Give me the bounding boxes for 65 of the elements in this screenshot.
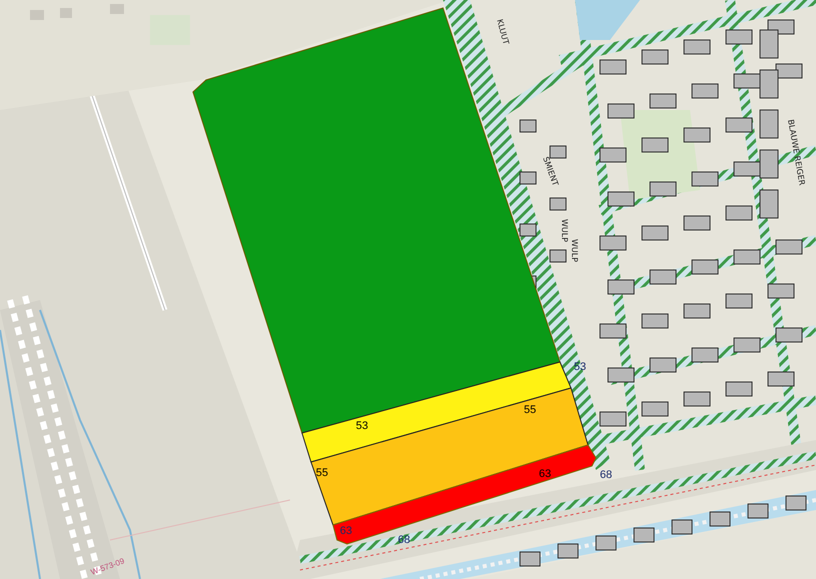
building <box>642 50 668 64</box>
building <box>692 260 718 274</box>
building <box>734 338 760 352</box>
contour-label: 53 <box>356 420 368 432</box>
building <box>692 348 718 362</box>
building <box>734 250 760 264</box>
building <box>608 192 634 206</box>
building <box>684 304 710 318</box>
building <box>776 240 802 254</box>
building <box>684 216 710 230</box>
street-label: BLAUWE REIGER <box>786 118 806 186</box>
contour-label: 55 <box>524 404 536 416</box>
building <box>600 324 626 338</box>
building <box>650 270 676 284</box>
building <box>726 206 752 220</box>
building <box>600 412 626 426</box>
building <box>642 402 668 416</box>
pond <box>575 0 640 40</box>
building <box>726 118 752 132</box>
building <box>520 172 536 184</box>
building <box>520 552 540 566</box>
building <box>608 104 634 118</box>
building <box>634 528 654 542</box>
building <box>550 250 566 262</box>
street-label: WULP <box>570 239 579 262</box>
building <box>710 512 730 526</box>
building <box>776 328 802 342</box>
building <box>642 226 668 240</box>
building <box>650 94 676 108</box>
contour-label: 55 <box>316 467 328 479</box>
building <box>786 496 806 510</box>
building <box>672 520 692 534</box>
contour-label: 63 <box>538 468 552 480</box>
building <box>550 146 566 158</box>
contour-label: 63 <box>340 525 352 537</box>
building <box>726 294 752 308</box>
building <box>558 544 578 558</box>
building <box>600 236 626 250</box>
building <box>608 280 634 294</box>
building <box>684 40 710 54</box>
building <box>768 372 794 386</box>
building <box>600 60 626 74</box>
building <box>520 224 536 236</box>
building <box>726 30 752 44</box>
building <box>608 368 634 382</box>
building <box>760 190 778 218</box>
building <box>650 182 676 196</box>
building <box>692 172 718 186</box>
building <box>692 84 718 98</box>
building <box>520 120 536 132</box>
building <box>650 358 676 372</box>
building <box>760 110 778 138</box>
building <box>642 138 668 152</box>
building <box>748 504 768 518</box>
building <box>684 128 710 142</box>
building <box>768 284 794 298</box>
contour-label: 68 <box>600 469 612 481</box>
building <box>726 382 752 396</box>
street-label: KLUUT <box>495 18 510 46</box>
building <box>550 198 566 210</box>
building <box>600 148 626 162</box>
street-label: WULP <box>560 219 569 242</box>
building <box>596 536 616 550</box>
building <box>684 392 710 406</box>
building <box>642 314 668 328</box>
